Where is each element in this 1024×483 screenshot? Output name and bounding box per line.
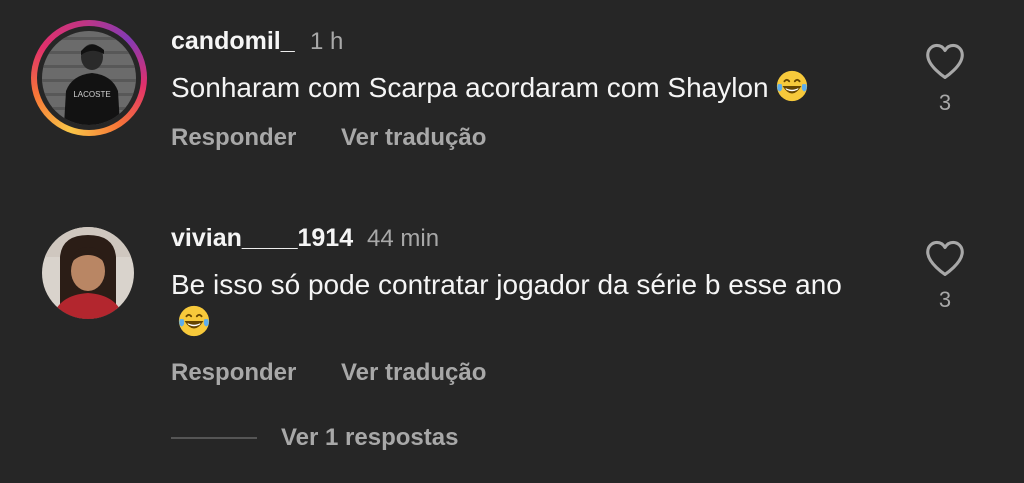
reply-button[interactable]: Responder (171, 124, 296, 152)
heart-icon (926, 43, 964, 79)
see-translation-button[interactable]: Ver tradução (341, 124, 486, 152)
avatar-photo: LACOSTE (42, 31, 136, 125)
avatar-caption: LACOSTE (73, 90, 110, 99)
avatar[interactable]: LACOSTE (42, 31, 136, 125)
see-translation-button[interactable]: Ver tradução (341, 359, 486, 387)
comment-text: Sonharam com Scarpa acordaram com Shaylo… (171, 69, 871, 107)
comment-time: 1 h (310, 28, 344, 55)
tears-of-joy-emoji (178, 305, 210, 337)
comments-screen: LACOSTE candomil_ 1 h Sonharam com Scarp… (0, 0, 1024, 483)
heart-icon (926, 240, 964, 276)
like-button[interactable]: 3 (915, 239, 975, 313)
comment-username[interactable]: candomil_ (171, 27, 295, 56)
avatar[interactable] (42, 227, 134, 319)
comment-time: 44 min (367, 225, 440, 252)
like-count: 3 (938, 90, 952, 115)
replies-divider (171, 437, 257, 439)
tears-of-joy-emoji (776, 70, 807, 102)
story-ring[interactable]: LACOSTE (31, 20, 147, 136)
reply-button[interactable]: Responder (171, 359, 296, 387)
comment-text-body: Sonharam com Scarpa acordaram com Shaylo… (171, 72, 769, 103)
comment-text: Be isso só pode contratar jogador da sér… (171, 266, 871, 342)
view-replies-button[interactable]: Ver 1 respostas (281, 424, 458, 452)
avatar-photo (42, 227, 134, 319)
comment-text-body: Be isso só pode contratar jogador da sér… (171, 269, 842, 300)
comment-username[interactable]: vivian____1914 (171, 224, 353, 253)
like-count: 3 (938, 287, 952, 312)
like-button[interactable]: 3 (915, 42, 975, 116)
